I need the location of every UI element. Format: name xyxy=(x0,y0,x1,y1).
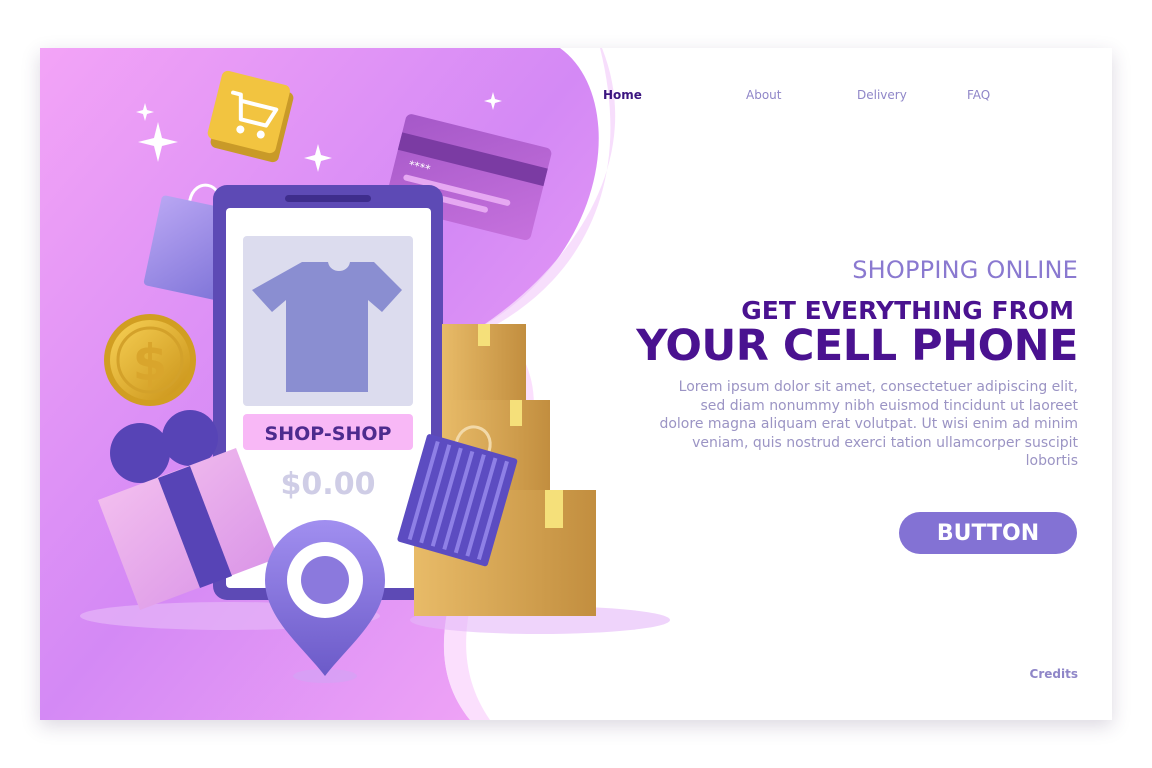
svg-text:$: $ xyxy=(133,334,168,392)
nav-faq[interactable]: FAQ xyxy=(967,88,990,102)
store-name: SHOP-SHOP xyxy=(265,423,392,445)
hero-description: Lorem ipsum dolor sit amet, consectetuer… xyxy=(659,379,1078,469)
coin-icon: $ xyxy=(104,314,196,406)
price-text: $0.00 xyxy=(281,467,376,502)
nav-delivery[interactable]: Delivery xyxy=(857,88,907,102)
nav-about[interactable]: About xyxy=(746,88,781,102)
landing-card: **** SHOP-SHOP $0.00 $ Home About Delive… xyxy=(40,48,1112,720)
credits-link[interactable]: Credits xyxy=(1030,667,1078,681)
cta-button[interactable]: BUTTON xyxy=(899,512,1077,554)
nav-home[interactable]: Home xyxy=(603,88,642,102)
hero-kicker: SHOPPING ONLINE xyxy=(852,256,1078,284)
hero-title: YOUR CELL PHONE xyxy=(636,321,1078,371)
